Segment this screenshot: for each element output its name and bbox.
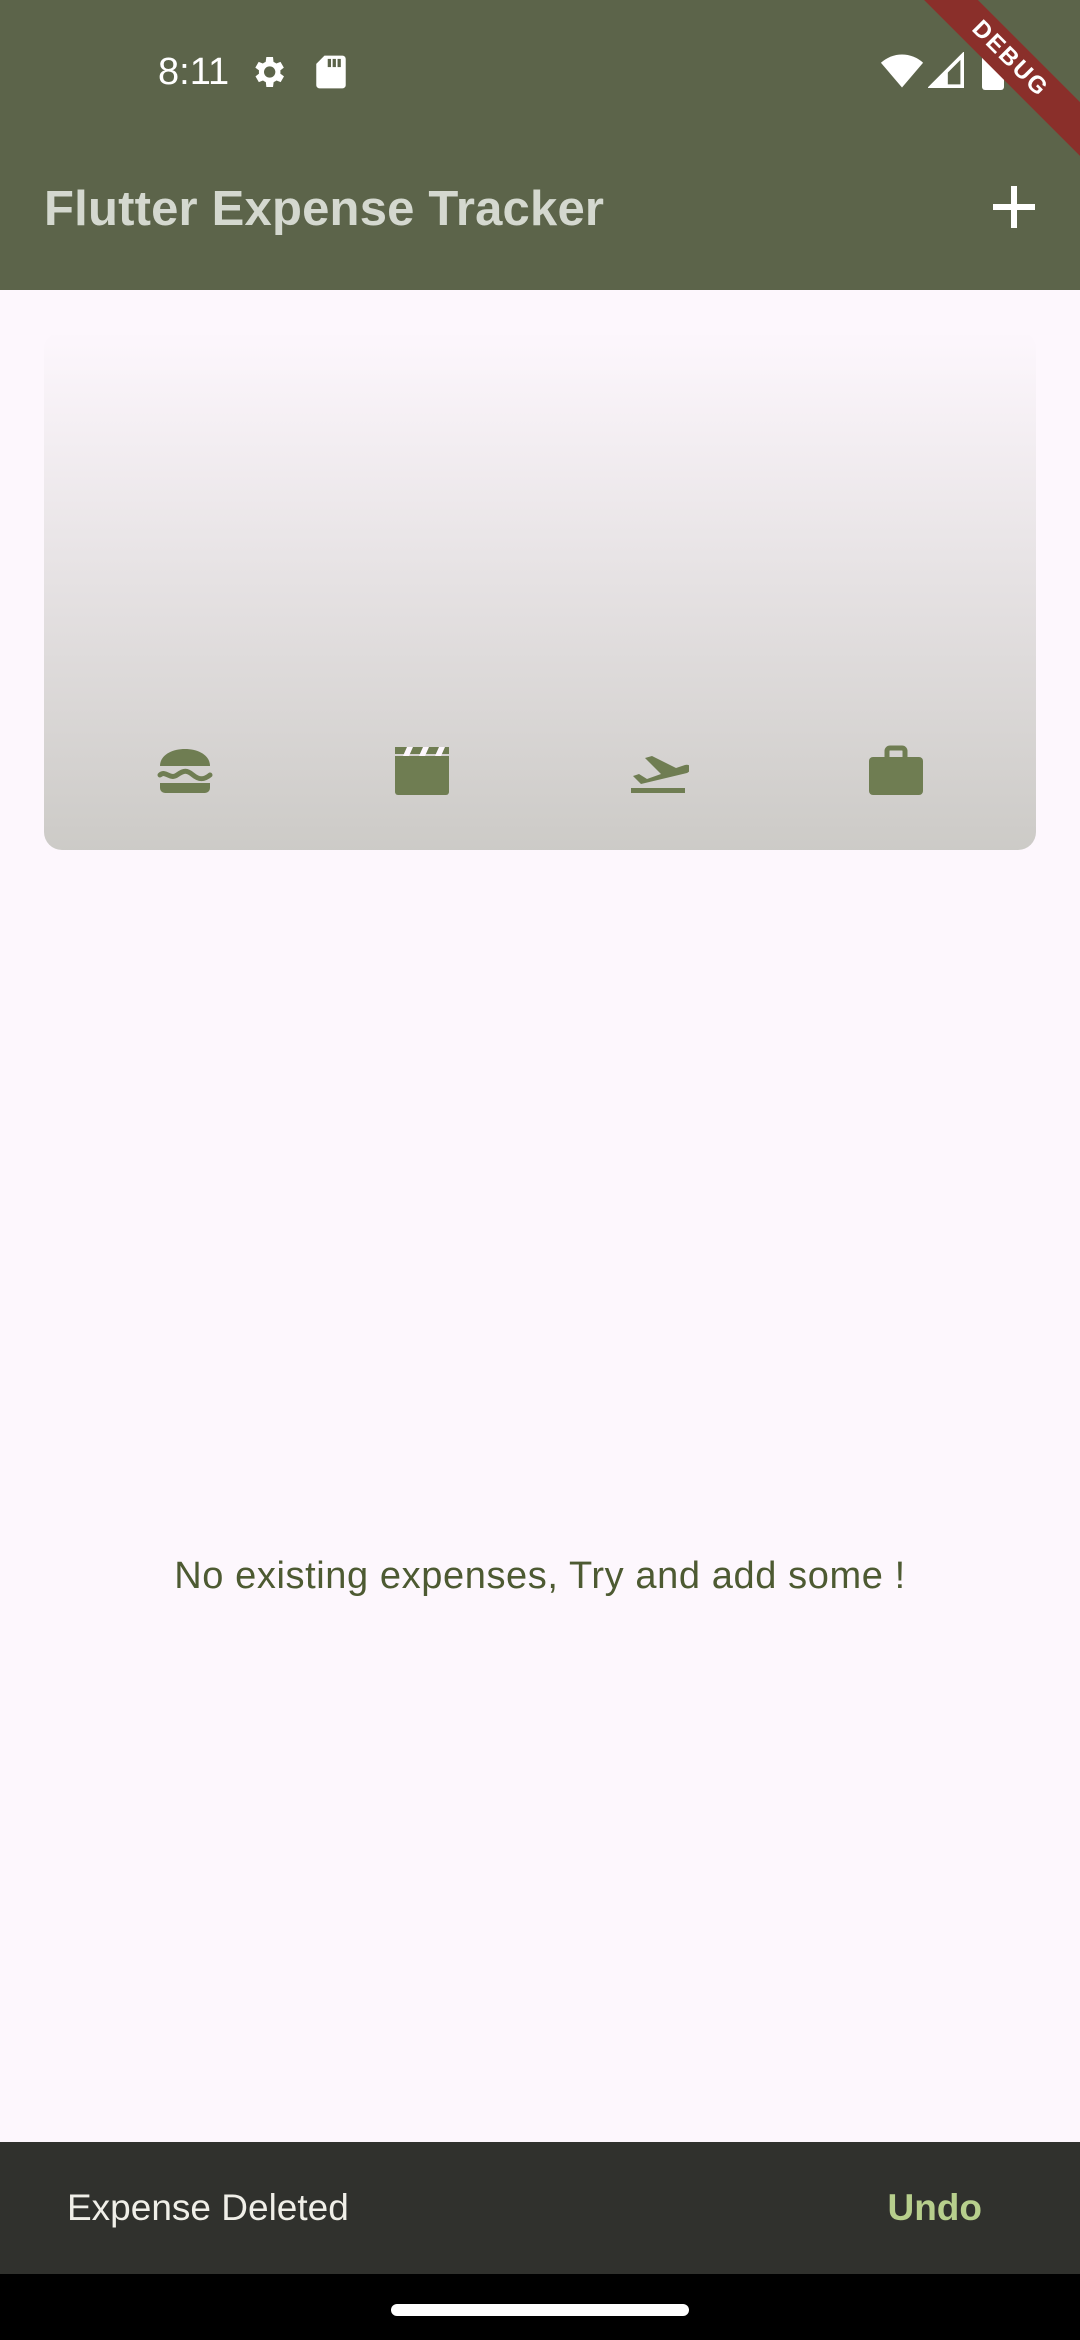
- sd-card-icon: [314, 54, 348, 94]
- add-icon: [993, 186, 1035, 228]
- settings-gear-icon: [248, 52, 288, 96]
- status-time: 8:11: [158, 51, 230, 93]
- snackbar: Expense Deleted Undo: [0, 2142, 1080, 2274]
- briefcase-icon: [866, 741, 926, 801]
- add-expense-button[interactable]: [980, 173, 1048, 241]
- expense-chart: [44, 331, 1036, 850]
- signal-icon: [927, 51, 964, 92]
- movie-clapper-icon: [392, 741, 452, 801]
- burger-icon: [155, 741, 215, 801]
- status-bar: 8:11: [0, 0, 1080, 141]
- undo-button[interactable]: Undo: [887, 2142, 982, 2274]
- flight-takeoff-icon: [629, 741, 689, 801]
- app-bar: Flutter Expense Tracker: [0, 141, 1080, 290]
- wifi-icon: [880, 52, 924, 94]
- app-title: Flutter Expense Tracker: [44, 182, 605, 236]
- system-navigation-bar: [0, 2274, 1080, 2340]
- battery-icon: [982, 50, 1004, 94]
- home-indicator[interactable]: [391, 2304, 689, 2316]
- empty-expenses-message: No existing expenses, Try and add some !: [174, 1555, 906, 1597]
- snackbar-message: Expense Deleted: [67, 2187, 349, 2228]
